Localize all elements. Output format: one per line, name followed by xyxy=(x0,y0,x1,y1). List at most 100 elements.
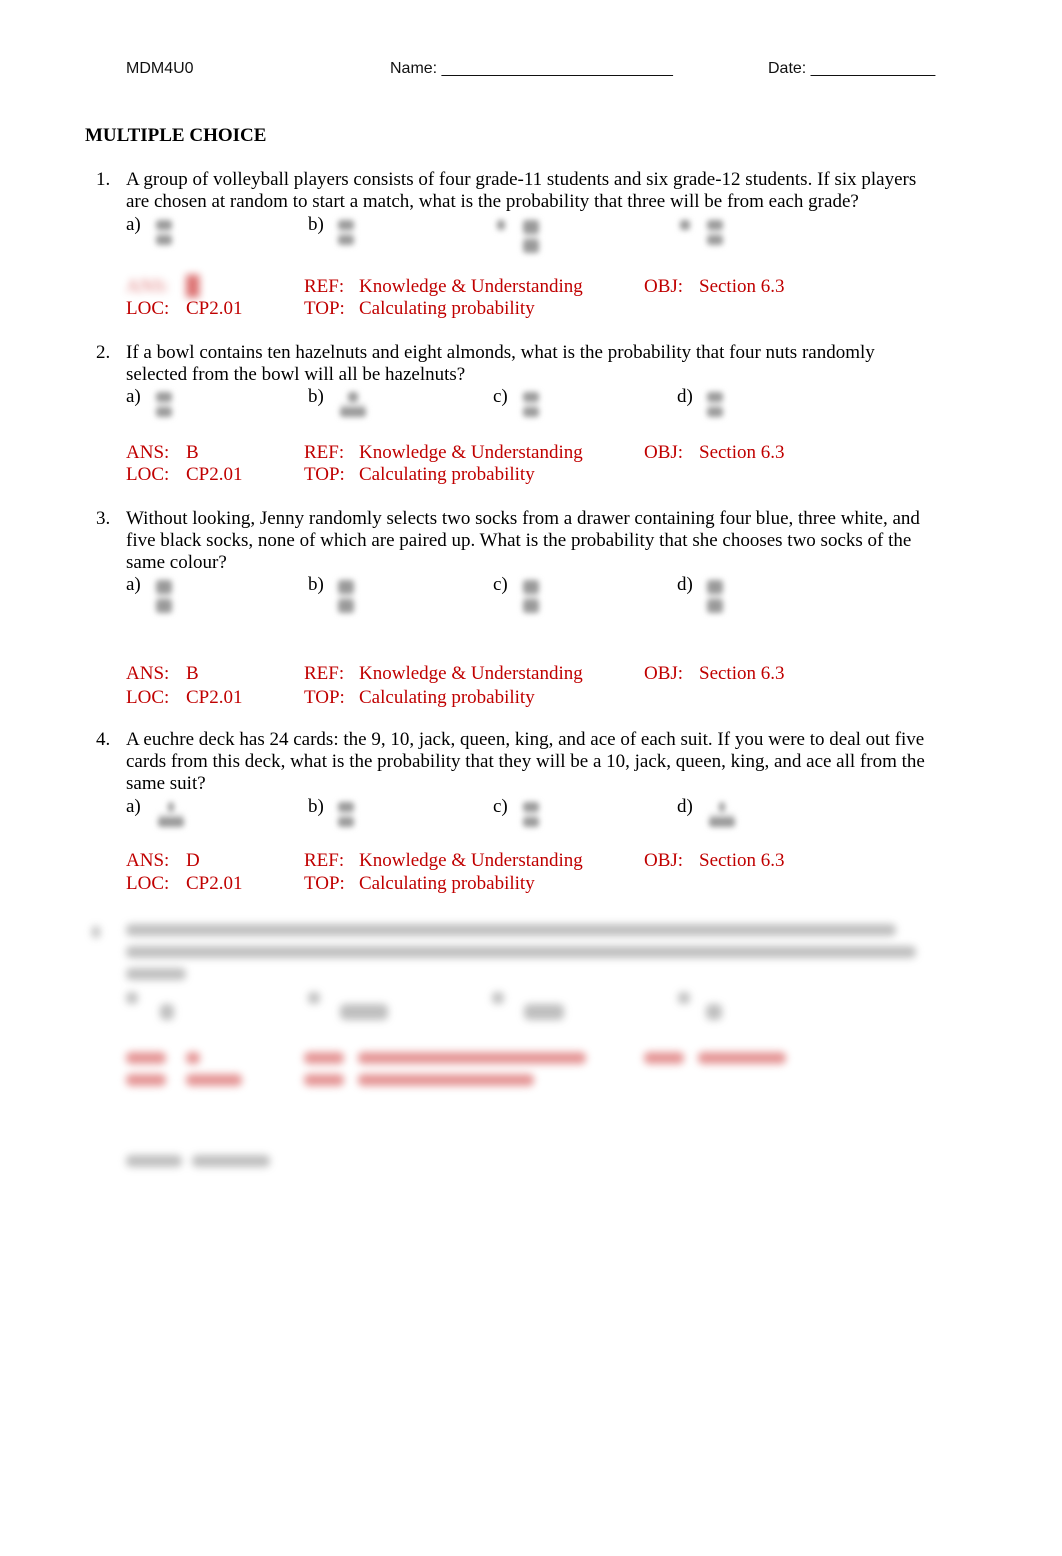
obj-value: Section 6.3 xyxy=(699,276,785,297)
blurred-option xyxy=(706,1004,722,1020)
obj-label: OBJ: xyxy=(644,276,684,297)
blurred-fraction xyxy=(707,218,723,247)
ans-label: ANS: xyxy=(126,276,170,297)
blurred-text-line xyxy=(126,968,186,980)
ans-value: █ xyxy=(186,276,200,297)
answer-metadata: ANS: D REF: Knowledge & Understanding OB… xyxy=(126,850,946,896)
blurred-fraction xyxy=(156,578,172,615)
ans-value: D xyxy=(186,850,200,871)
obj-value: Section 6.3 xyxy=(699,663,785,684)
blurred-fraction xyxy=(707,578,723,615)
topic-value: Calculating probability xyxy=(359,687,535,708)
obj-label: OBJ: xyxy=(644,442,684,463)
blurred-fraction xyxy=(523,578,539,615)
blurred-meta xyxy=(186,1074,242,1086)
blurred-option xyxy=(340,1004,388,1020)
question-text: If a bowl contains ten hazelnuts and eig… xyxy=(126,342,875,385)
blurred-fraction xyxy=(158,800,184,829)
blurred-option xyxy=(524,1004,564,1020)
blurred-meta xyxy=(186,1052,200,1064)
ans-value: B xyxy=(186,442,199,463)
option-label: d) xyxy=(677,386,693,407)
answer-metadata: ANS: █ REF: Knowledge & Understanding OB… xyxy=(126,276,946,322)
blurred-text-line xyxy=(126,924,896,936)
blurred-meta xyxy=(644,1052,684,1064)
ref-label: REF: xyxy=(304,663,345,684)
topic-value: Calculating probability xyxy=(359,298,535,319)
blurred-text-line xyxy=(126,946,916,958)
blurred-meta xyxy=(126,1052,166,1064)
blurred-meta xyxy=(304,1052,344,1064)
obj-label: OBJ: xyxy=(644,663,684,684)
ref-value: Knowledge & Understanding xyxy=(359,442,583,463)
option-label: c) xyxy=(493,796,508,817)
question-number: 2. xyxy=(96,342,111,363)
loc-label: LOC: xyxy=(126,687,170,708)
blurred-fraction xyxy=(523,218,539,255)
loc-value: CP2.01 xyxy=(186,298,243,319)
blurred-fraction xyxy=(523,800,539,829)
blurred-fraction xyxy=(156,218,172,247)
topic-value: Calculating probability xyxy=(359,873,535,894)
blurred-option xyxy=(678,992,690,1004)
blurred-fraction xyxy=(156,390,172,419)
option-label: a) xyxy=(126,574,141,595)
question-5-blurred xyxy=(0,918,1062,1098)
topic-label: TOP: xyxy=(304,873,345,894)
blurred-section-heading xyxy=(126,1152,272,1170)
question-number: 1. xyxy=(96,169,111,190)
blurred-fraction xyxy=(709,800,735,829)
option-label: a) xyxy=(126,386,141,407)
blurred-option xyxy=(308,992,320,1004)
blurred-fraction xyxy=(707,390,723,419)
name-field: Name: __________________________ xyxy=(390,60,673,77)
question-text: A euchre deck has 24 cards: the 9, 10, j… xyxy=(126,729,925,794)
loc-value: CP2.01 xyxy=(186,687,243,708)
topic-label: TOP: xyxy=(304,298,345,319)
ans-label: ANS: xyxy=(126,663,170,684)
obj-label: OBJ: xyxy=(644,850,684,871)
option-label: a) xyxy=(126,796,141,817)
blurred-number xyxy=(92,926,100,938)
option-label: d) xyxy=(677,796,693,817)
loc-value: CP2.01 xyxy=(186,464,243,485)
option-label: c) xyxy=(493,386,508,407)
loc-label: LOC: xyxy=(126,464,170,485)
blurred-meta xyxy=(698,1052,786,1064)
option-label: b) xyxy=(308,574,324,595)
loc-label: LOC: xyxy=(126,873,170,894)
question-text: A group of volleyball players consists o… xyxy=(126,169,917,212)
blurred-option xyxy=(160,1004,174,1020)
blurred-fraction xyxy=(523,390,539,419)
ans-value: B xyxy=(186,663,199,684)
blurred-fraction xyxy=(338,800,354,829)
obj-value: Section 6.3 xyxy=(699,442,785,463)
answer-options: a) b) c) d) xyxy=(126,574,946,644)
blurred-option-label xyxy=(493,218,509,232)
date-field: Date: ______________ xyxy=(768,60,936,77)
ans-label: ANS: xyxy=(126,442,170,463)
blurred-meta xyxy=(304,1074,344,1086)
section-title: MULTIPLE CHOICE xyxy=(85,125,267,146)
topic-label: TOP: xyxy=(304,464,345,485)
answer-metadata: ANS: B REF: Knowledge & Understanding OB… xyxy=(126,442,946,488)
option-label: c) xyxy=(493,574,508,595)
ref-label: REF: xyxy=(304,442,345,463)
course-code: MDM4U0 xyxy=(126,60,194,77)
topic-label: TOP: xyxy=(304,687,345,708)
loc-value: CP2.01 xyxy=(186,873,243,894)
option-label: d) xyxy=(677,574,693,595)
loc-label: LOC: xyxy=(126,298,170,319)
option-label: b) xyxy=(308,796,324,817)
blurred-option xyxy=(492,992,504,1004)
blurred-word xyxy=(126,1155,182,1167)
question-number: 4. xyxy=(96,729,111,750)
ref-label: REF: xyxy=(304,276,345,297)
blurred-meta xyxy=(358,1074,534,1086)
ans-label: ANS: xyxy=(126,850,170,871)
ref-value: Knowledge & Understanding xyxy=(359,276,583,297)
option-label: a) xyxy=(126,214,141,235)
ref-value: Knowledge & Understanding xyxy=(359,663,583,684)
answer-metadata: ANS: B REF: Knowledge & Understanding OB… xyxy=(126,663,946,709)
blurred-fraction xyxy=(340,390,366,419)
